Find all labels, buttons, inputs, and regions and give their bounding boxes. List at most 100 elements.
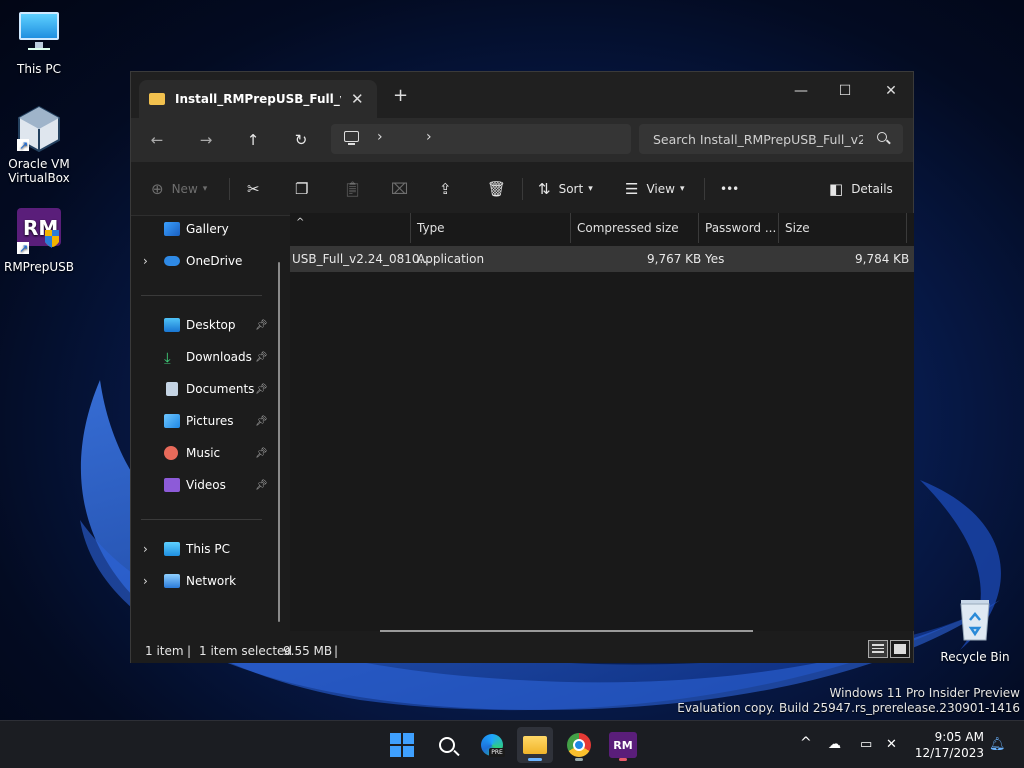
divider [229,178,230,200]
search-box[interactable] [639,124,903,154]
column-header-type[interactable]: Type [417,213,445,243]
sidebar-item-videos[interactable]: Videos 📌︎ [131,471,277,499]
desktop-icon-label: Recycle Bin [940,650,1010,664]
address-bar[interactable]: › › [331,124,631,154]
sidebar-item-documents[interactable]: Documents 📌︎ [131,375,277,403]
view-button[interactable]: ☰ View ▾ [625,176,684,202]
taskbar-edge-button[interactable]: PRE [474,727,510,763]
virtualbox-icon: ↗ [15,105,63,153]
paste-button[interactable]: 📋︎ [343,176,362,202]
maximize-button[interactable]: ☐ [822,77,868,105]
pictures-icon [164,414,180,428]
pin-icon[interactable]: 📌︎ [255,384,268,395]
navigation-pane-scrollbar[interactable] [278,262,280,622]
details-pane-button[interactable]: ◧ Details [829,176,893,202]
column-header-size[interactable]: Size [785,213,810,243]
this-pc-icon [344,131,359,142]
column-divider[interactable] [410,213,411,243]
refresh-button[interactable]: ↻ [289,128,313,152]
sort-icon: ⇅ [538,180,551,198]
taskbar-rmprepusb-button[interactable]: RM [605,727,641,763]
pin-icon[interactable]: 📌︎ [255,480,268,491]
taskbar-chrome-button[interactable] [561,727,597,763]
watermark-line-2: Evaluation copy. Build 25947.rs_prerelea… [677,701,1020,715]
horizontal-scrollbar[interactable] [380,630,753,632]
pin-icon[interactable]: 📌︎ [255,416,268,427]
details-view-button[interactable] [868,640,888,658]
display-icon[interactable]: ▭ [860,737,872,752]
search-input[interactable] [653,124,863,154]
cut-button[interactable]: ✂ [247,176,260,202]
onedrive-offline-icon[interactable]: ☁︎ [828,737,841,752]
new-button[interactable]: ⊕ New ▾ [151,176,207,202]
pin-icon[interactable]: 📌︎ [255,448,268,459]
delete-button[interactable]: 🗑︎ [487,176,506,202]
desktop-icon-rmprepusb[interactable]: RM ↗ RMPrepUSB [1,208,77,274]
up-button[interactable]: ↑ [241,128,265,152]
column-divider[interactable] [570,213,571,243]
desktop-icon-virtualbox[interactable]: ↗ Oracle VM VirtualBox [1,105,77,185]
pin-icon[interactable]: 📌︎ [255,320,268,331]
sidebar-item-this-pc[interactable]: › This PC [131,535,277,563]
column-divider[interactable] [778,213,779,243]
cell-password: Yes [705,252,725,266]
title-bar: Install_RMPrepUSB_Full_v2.24 ✕ + — ☐ ✕ [131,72,913,118]
file-explorer-window: Install_RMPrepUSB_Full_v2.24 ✕ + — ☐ ✕ ←… [130,71,914,663]
desktop-icon-recycle-bin[interactable]: Recycle Bin [937,598,1013,664]
taskbar-file-explorer-button[interactable] [517,727,553,763]
breadcrumb-chevron[interactable]: › [426,129,432,145]
svg-text:↗: ↗ [19,139,28,152]
navigation-bar: ← → ↑ ↻ › › [131,118,913,162]
start-button[interactable] [384,727,420,763]
expand-chevron-icon[interactable]: › [143,574,148,588]
share-button[interactable]: ⇪ [439,176,452,202]
sidebar-label: Network [186,574,237,588]
sidebar-label: Pictures [186,414,234,428]
desktop-icon-this-pc[interactable]: This PC [1,10,77,76]
forward-button[interactable]: → [194,128,218,152]
more-options-button[interactable]: ••• [720,176,739,202]
notification-bell-icon[interactable]: 🔔︎ [989,737,1006,752]
column-divider[interactable] [698,213,699,243]
clock[interactable]: 9:05 AM 12/17/2023 [914,729,984,761]
back-button[interactable]: ← [145,128,169,152]
sidebar-label: Documents [186,382,255,396]
rename-button[interactable]: ⌧ [391,176,408,202]
sidebar-item-gallery[interactable]: Gallery [131,215,277,243]
expand-chevron-icon[interactable]: › [143,254,148,268]
column-header-compressed-size[interactable]: Compressed size [577,213,679,243]
desktop-icon-label: Oracle VM VirtualBox [8,157,70,185]
sidebar-label: This PC [186,542,230,556]
svg-text:↗: ↗ [19,242,28,255]
sidebar-item-onedrive[interactable]: › OneDrive [131,247,277,275]
sort-button[interactable]: ⇅ Sort ▾ [538,176,593,202]
copy-button[interactable]: ❐ [295,176,308,202]
cell-type: Application [417,252,485,266]
table-row[interactable]: USB_Full_v2.24_0810... Application 9,767… [290,246,914,272]
minimize-button[interactable]: — [778,77,824,105]
tiles-view-button[interactable] [890,640,910,658]
sidebar-item-music[interactable]: Music 📌︎ [131,439,277,467]
column-divider[interactable] [906,213,907,243]
tab-install-rmprepusb[interactable]: Install_RMPrepUSB_Full_v2.24 ✕ [139,80,377,118]
view-lines-icon: ☰ [625,180,639,198]
close-window-button[interactable]: ✕ [868,77,914,105]
sort-label: Sort [558,182,584,196]
show-hidden-icons-button[interactable]: ^ [800,735,812,751]
sidebar-item-pictures[interactable]: Pictures 📌︎ [131,407,277,435]
sidebar-item-downloads[interactable]: ⤓ Downloads 📌︎ [131,343,277,371]
column-header-password[interactable]: Password ... [705,213,776,243]
tab-close-button[interactable]: ✕ [351,90,364,108]
pin-icon[interactable]: 📌︎ [255,352,268,363]
column-label: Password ... [705,221,777,235]
search-icon [877,132,887,142]
sidebar-item-desktop[interactable]: Desktop 📌︎ [131,311,277,339]
sidebar-item-network[interactable]: › Network [131,567,277,595]
cell-size: 9,784 KB [855,252,910,266]
volume-muted-icon[interactable]: ✕ [886,737,897,752]
breadcrumb-chevron[interactable]: › [377,129,383,145]
new-tab-button[interactable]: + [393,85,408,106]
column-header-name-sort[interactable]: ^ [296,207,410,237]
expand-chevron-icon[interactable]: › [143,542,148,556]
taskbar-search-button[interactable] [429,727,465,763]
